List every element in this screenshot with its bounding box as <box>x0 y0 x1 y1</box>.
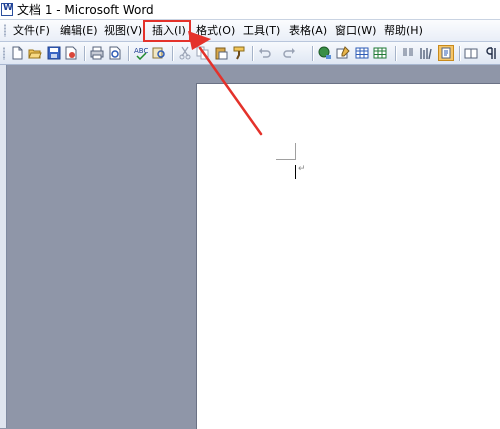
text-cursor <box>295 165 296 179</box>
document-map-icon[interactable] <box>438 45 454 61</box>
toolbar-separator <box>312 46 313 61</box>
menu-window[interactable]: 窗口(W) <box>335 23 376 38</box>
undo-icon[interactable] <box>258 46 272 60</box>
toolbar-grip[interactable] <box>3 47 5 60</box>
save-icon[interactable] <box>47 46 61 60</box>
margin-corner-mark <box>276 159 295 160</box>
tables-borders-icon[interactable] <box>336 46 350 60</box>
toolbar-separator <box>459 46 460 61</box>
hyperlink-icon[interactable] <box>318 46 332 60</box>
menu-insert[interactable]: 插入(I) <box>152 23 186 38</box>
toolbar-separator <box>84 46 85 61</box>
read-icon[interactable] <box>464 46 478 60</box>
standard-toolbar: ABC <box>0 42 500 65</box>
spelling-icon[interactable]: ABC <box>134 46 148 61</box>
research-icon[interactable] <box>152 46 166 60</box>
menubar-grip[interactable] <box>4 24 6 37</box>
insert-table-icon[interactable] <box>355 46 369 60</box>
menu-bar: 文件(F) 编辑(E) 视图(V) 插入(I) 格式(O) 工具(T) 表格(A… <box>0 20 500 42</box>
copy-icon[interactable] <box>196 46 210 60</box>
print-preview-icon[interactable] <box>108 46 122 60</box>
drawing-icon[interactable] <box>419 46 433 60</box>
format-painter-icon[interactable] <box>232 46 246 60</box>
vertical-ruler <box>0 65 7 428</box>
menu-help[interactable]: 帮助(H) <box>384 23 423 38</box>
print-icon[interactable] <box>90 46 104 60</box>
menu-table[interactable]: 表格(A) <box>289 23 327 38</box>
toolbar-separator <box>395 46 396 61</box>
menu-edit[interactable]: 编辑(E) <box>60 23 98 38</box>
new-document-icon[interactable] <box>10 46 24 60</box>
menu-file[interactable]: 文件(F) <box>13 23 50 38</box>
columns-icon[interactable] <box>401 46 415 60</box>
toolbar-separator <box>128 46 129 61</box>
title-bar: 文档 1 - Microsoft Word <box>0 0 500 20</box>
menu-view[interactable]: 视图(V) <box>104 23 142 38</box>
document-page[interactable] <box>196 83 500 429</box>
open-folder-icon[interactable] <box>28 46 42 60</box>
insert-excel-icon[interactable] <box>373 46 387 60</box>
toolbar-separator <box>172 46 173 61</box>
paragraph-mark: ↵ <box>298 164 306 174</box>
permission-icon[interactable] <box>64 46 78 60</box>
cut-icon[interactable] <box>178 46 192 60</box>
menu-format[interactable]: 格式(O) <box>196 23 235 38</box>
redo-icon[interactable] <box>282 46 296 60</box>
toolbar-separator <box>252 46 253 61</box>
paste-icon[interactable] <box>214 46 228 60</box>
menu-tools[interactable]: 工具(T) <box>243 23 280 38</box>
window-title: 文档 1 - Microsoft Word <box>17 3 154 17</box>
margin-corner-mark <box>295 143 296 160</box>
word-app-icon[interactable] <box>1 3 13 16</box>
show-formatting-icon[interactable] <box>484 46 498 60</box>
